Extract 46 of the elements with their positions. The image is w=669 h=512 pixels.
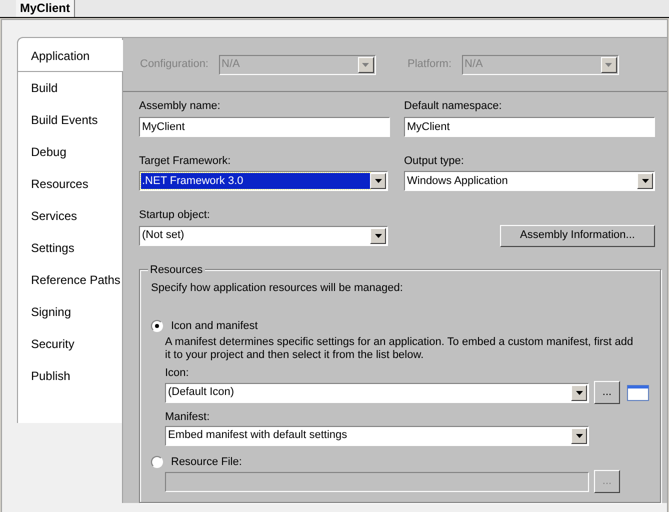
dropdown-value: N/A: [464, 57, 483, 72]
dropdown[interactable]: (Default Icon): [165, 382, 589, 402]
caret-icon: [576, 390, 582, 394]
caret-icon: [362, 62, 369, 66]
manifest-description: A manifest determines specific settings for an application. To embed a custom manifest, first add it to your project and then select it from the list below.: [165, 336, 634, 362]
field-label: Startup object:: [139, 208, 211, 223]
field-label: Manifest:: [165, 410, 211, 425]
dropdown-value: (Default Icon): [168, 385, 234, 400]
platform-label: Platform:: [408, 57, 452, 72]
field-label: Default namespace:: [404, 99, 503, 114]
dropdown-value: N/A: [222, 57, 240, 72]
radio-button[interactable]: [151, 456, 163, 468]
dropdown-value: (Not set): [142, 228, 184, 244]
assembly-information-button[interactable]: Assembly Information...: [500, 224, 655, 246]
dropdown-arrow-button[interactable]: [637, 173, 653, 189]
radio-button[interactable]: [151, 320, 163, 332]
text-field[interactable]: MyClient: [404, 116, 655, 136]
dropdown[interactable]: (Not set): [139, 226, 388, 246]
dropdown-arrow-button[interactable]: [571, 428, 587, 444]
radio-label: Resource File:: [171, 454, 242, 470]
document-tab[interactable]: MyClient: [16, 0, 76, 17]
dropdown-value: Windows Application: [407, 174, 508, 189]
caret-icon: [605, 62, 612, 66]
configuration-label: Configuration:: [140, 57, 208, 72]
dropdown-value: .NET Framework 3.0: [142, 174, 244, 189]
dropdown-value: Embed manifest with default settings: [168, 428, 348, 444]
dropdown-arrow-button[interactable]: [370, 228, 386, 244]
window-icon: [627, 384, 649, 400]
description-text: Specify how application resources will be managed:: [151, 280, 404, 296]
dropdown[interactable]: Windows Application: [404, 171, 655, 191]
field-label: Icon:: [165, 366, 190, 380]
radio-label: Icon and manifest: [171, 319, 258, 334]
dropdown-arrow-button[interactable]: [370, 173, 386, 189]
caret-icon: [374, 179, 382, 183]
text-field[interactable]: MyClient: [139, 116, 390, 136]
dropdown[interactable]: .NET Framework 3.0: [139, 171, 388, 191]
browse-button[interactable]: ...: [594, 381, 620, 404]
field-label: Target Framework:: [139, 154, 232, 168]
dropdown[interactable]: Embed manifest with default settings: [165, 426, 589, 446]
field-label: Output type:: [404, 154, 465, 168]
nav-tab[interactable]: Application: [18, 40, 123, 72]
dropdown-arrow-button[interactable]: [571, 384, 587, 400]
caret-icon: [576, 434, 582, 438]
caret-icon: [374, 234, 382, 238]
caret-icon: [642, 179, 648, 183]
field-label: Assembly name:: [139, 99, 222, 114]
